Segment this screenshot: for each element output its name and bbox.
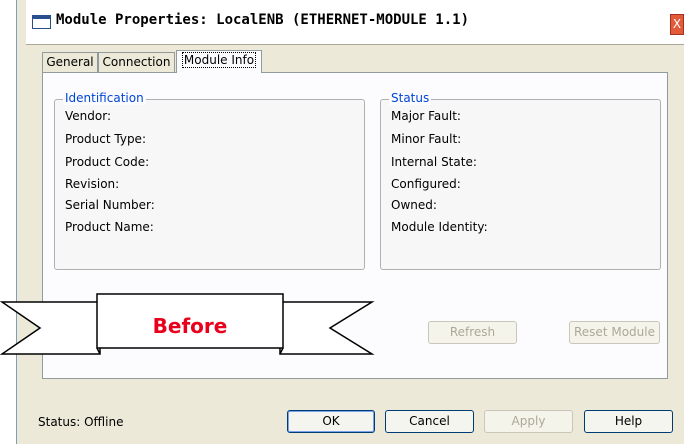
- module-identity-label: Module Identity:: [391, 220, 488, 234]
- refresh-button[interactable]: Refresh: [428, 321, 517, 344]
- owned-label: Owned:: [391, 198, 437, 212]
- tab-general[interactable]: General: [42, 52, 98, 72]
- window-icon: [32, 15, 51, 29]
- reset-module-button[interactable]: Reset Module: [569, 321, 660, 344]
- banner-left-tail: [0, 301, 101, 355]
- close-button[interactable]: X: [670, 14, 684, 35]
- vendor-label: Vendor:: [65, 109, 111, 123]
- revision-label: Revision:: [65, 177, 120, 191]
- product-type-label: Product Type:: [65, 132, 146, 146]
- internal-state-label: Internal State:: [391, 155, 477, 169]
- cancel-button[interactable]: Cancel: [385, 410, 474, 433]
- ok-button[interactable]: OK: [287, 410, 375, 433]
- tab-connection[interactable]: Connection: [98, 52, 175, 72]
- apply-button[interactable]: Apply: [484, 410, 573, 433]
- status-legend: Status: [389, 91, 432, 105]
- close-icon: X: [672, 17, 682, 31]
- window-left-border: [16, 0, 26, 444]
- product-name-label: Product Name:: [65, 220, 154, 234]
- configured-label: Configured:: [391, 177, 461, 191]
- tab-module-info[interactable]: Module Info: [176, 50, 262, 73]
- title-bar[interactable]: Module Properties: LocalENB (ETHERNET-MO…: [26, 0, 684, 45]
- tab-connection-label: Connection: [102, 55, 171, 69]
- major-fault-label: Major Fault:: [391, 109, 461, 123]
- tab-general-label: General: [46, 55, 94, 69]
- product-code-label: Product Code:: [65, 155, 150, 169]
- serial-number-label: Serial Number:: [65, 198, 155, 212]
- status-bar-text: Status: Offline: [38, 415, 124, 429]
- before-label: Before: [152, 314, 228, 338]
- minor-fault-label: Minor Fault:: [391, 132, 462, 146]
- tab-module-info-label: Module Info: [181, 52, 257, 68]
- window-title: Module Properties: LocalENB (ETHERNET-MO…: [56, 12, 470, 28]
- identification-legend: Identification: [63, 91, 146, 105]
- banner-right-tail: [279, 301, 375, 355]
- help-button[interactable]: Help: [584, 410, 673, 433]
